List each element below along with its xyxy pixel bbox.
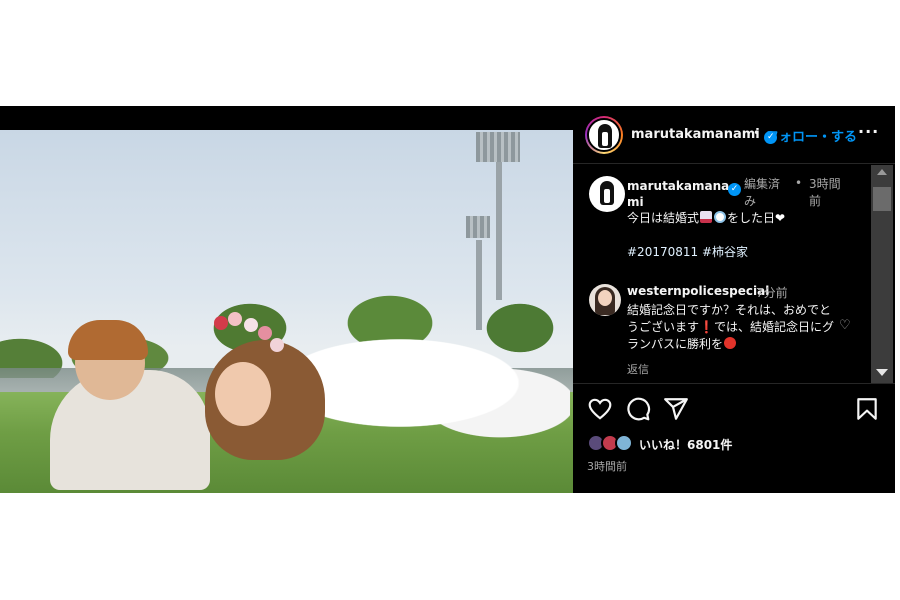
- caption-text-start: 今日は結婚式: [627, 211, 700, 225]
- header-separator: •: [753, 126, 761, 140]
- likes-count[interactable]: いいね！6801件: [639, 436, 732, 453]
- comments-scrollbar[interactable]: [871, 165, 893, 383]
- avatar-face: [598, 290, 612, 306]
- caption-avatar[interactable]: [589, 176, 625, 212]
- hashtag-link[interactable]: #柿谷家: [702, 245, 748, 259]
- scroll-down-arrow-icon[interactable]: [876, 369, 888, 376]
- reply-button[interactable]: 返信: [627, 361, 649, 377]
- scroll-up-arrow-icon[interactable]: [877, 169, 887, 175]
- flower-crown: [244, 318, 258, 332]
- white-heart-emoji-icon: ❤: [775, 211, 786, 225]
- flower-crown: [258, 326, 272, 340]
- verified-badge-icon: ✓: [728, 183, 741, 196]
- author-username-text: marutakamanami: [631, 127, 760, 142]
- caption-username[interactable]: marutakamanami: [627, 178, 737, 210]
- post-photo[interactable]: [0, 130, 573, 493]
- flower-crown: [270, 338, 284, 352]
- post-side-panel: marutakamanami ✓ • フォロー・する ··· marutakam…: [573, 106, 895, 493]
- light-tower-lamp: [466, 216, 490, 238]
- heart-icon[interactable]: [587, 396, 613, 422]
- comment-icon[interactable]: [625, 396, 651, 422]
- emoji-icon: [724, 337, 737, 349]
- post-actions: いいね！6801件 3時間前: [573, 383, 895, 493]
- post-header: marutakamanami ✓ • フォロー・する ···: [573, 106, 895, 164]
- post-photo-frame: [0, 106, 573, 493]
- author-avatar[interactable]: [585, 116, 623, 154]
- post-timestamp[interactable]: 3時間前: [587, 458, 627, 474]
- comment-like-heart-icon[interactable]: ♡: [839, 318, 851, 333]
- share-icon[interactable]: [663, 396, 689, 422]
- hashtag-link[interactable]: #20170811: [627, 245, 698, 259]
- bride-face: [215, 362, 271, 426]
- ring-emoji-icon: [714, 211, 727, 223]
- caption-text: 今日は結婚式 をした日❤: [627, 210, 785, 226]
- caption-hashtags: #20170811 #柿谷家: [627, 244, 748, 260]
- more-options-icon[interactable]: ···: [858, 122, 879, 141]
- caption-text-end: をした日: [727, 211, 776, 225]
- caption-separator: •: [795, 176, 803, 190]
- liker-avatars: [587, 434, 637, 454]
- avatar-figure: [598, 124, 612, 148]
- bookmark-icon[interactable]: [854, 396, 880, 422]
- scroll-thumb[interactable]: [873, 187, 891, 211]
- instagram-embed: marutakamanami ✓ • フォロー・する ··· marutakam…: [0, 106, 895, 493]
- caption-timestamp: 3時間前: [809, 177, 841, 208]
- wedding-emoji-icon: [700, 211, 713, 223]
- commenter-avatar[interactable]: [589, 284, 621, 316]
- liker-avatar: [615, 434, 633, 452]
- light-tower-lamp: [476, 132, 520, 162]
- caption-edited-label: 編集済み: [744, 177, 781, 208]
- comment-text: 結婚記念日ですか？それは、おめでとうございます❗では、結婚記念日にグランパスに勝…: [627, 302, 837, 353]
- commenter-username[interactable]: westernpolicespecial: [627, 284, 769, 298]
- flower-crown: [228, 312, 242, 326]
- avatar-figure: [600, 181, 614, 205]
- comments-list[interactable]: marutakamanami ✓ 編集済み • 3時間前 今日は結婚式 をした日❤…: [573, 165, 869, 383]
- avatar-image: [587, 118, 621, 152]
- flower-crown: [214, 316, 228, 330]
- follow-button[interactable]: フォロー・する: [766, 126, 857, 145]
- comment-timestamp: 7分前: [756, 286, 788, 300]
